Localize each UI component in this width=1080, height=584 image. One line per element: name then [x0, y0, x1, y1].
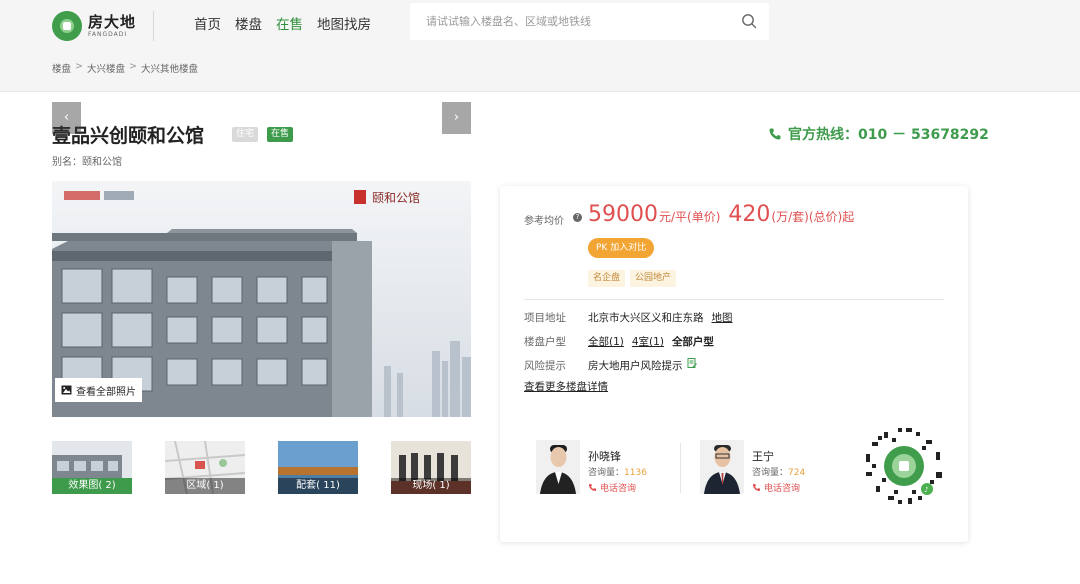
- price-label: 参考均价: [524, 216, 564, 227]
- breadcrumb: 楼盘 > 大兴楼盘 > 大兴其他楼盘: [52, 61, 198, 75]
- layout-4room-link[interactable]: 4室(1): [632, 334, 664, 349]
- layout-full-link[interactable]: 全部户型: [672, 334, 714, 349]
- brand-name-cn: 房大地: [88, 12, 137, 31]
- nav-item-map[interactable]: 地图找房: [317, 13, 371, 33]
- breadcrumb-item[interactable]: 大兴其他楼盘: [141, 61, 198, 75]
- svg-text:♪: ♪: [924, 486, 928, 494]
- agent-name: 孙晓锋: [588, 450, 621, 463]
- breadcrumb-separator: >: [129, 61, 137, 72]
- qr-code-icon[interactable]: ♪: [864, 426, 944, 506]
- project-alias: 别名：颐和公馆: [52, 157, 122, 168]
- thumb-label: 现场( 1): [391, 478, 471, 494]
- logo-divider: [153, 11, 154, 41]
- address-key: 项目地址: [524, 312, 566, 324]
- breadcrumb-separator: >: [75, 61, 83, 72]
- document-icon[interactable]: [687, 358, 697, 368]
- agent-name: 王宁: [752, 450, 774, 463]
- risk-value[interactable]: 房大地用户风险提示: [588, 358, 683, 373]
- layout-row: 楼盘户型 全部(1) 4室(1) 全部户型: [524, 334, 714, 349]
- view-all-photos-button[interactable]: 查看全部照片: [55, 378, 142, 402]
- feature-tag: 名企盘: [588, 270, 626, 287]
- hotline-text[interactable]: 官方热线：010 － 53678292: [788, 124, 989, 144]
- hotline: 官方热线：010 － 53678292: [768, 124, 989, 144]
- avg-price-unit: 元/平(单价): [659, 210, 721, 224]
- address-value: 北京市大兴区义和庄东路: [588, 312, 704, 324]
- banner-text: 颐和公馆: [372, 190, 420, 205]
- more-details-link[interactable]: 查看更多楼盘详情: [524, 379, 608, 394]
- price: 59000 元/平(单价) 420 (万/套)(总价)起: [588, 202, 854, 227]
- phone-icon: [752, 483, 761, 492]
- feature-tag: 公园地产: [630, 270, 677, 287]
- divider: [524, 299, 944, 300]
- breadcrumb-item[interactable]: 楼盘: [52, 61, 71, 75]
- site-logo[interactable]: 房大地 FANGDADI: [52, 11, 142, 41]
- picture-icon: [61, 385, 72, 395]
- view-all-label: 查看全部照片: [76, 386, 136, 398]
- nav-item-on-sale[interactable]: 在售: [276, 13, 303, 33]
- logo-icon: [52, 11, 82, 41]
- layout-key: 楼盘户型: [524, 336, 566, 348]
- thumb-area[interactable]: 区域( 1): [165, 441, 245, 494]
- agent-inquiry-count: 咨询量：724: [752, 468, 806, 478]
- type-tag: 住宅: [232, 127, 259, 142]
- site-header: 房大地 FANGDADI 首页 楼盘 在售 地图找房 楼盘 > 大兴楼盘 > 大…: [0, 0, 1080, 92]
- thumb-site[interactable]: 现场( 1): [391, 441, 471, 494]
- avatar: [536, 440, 580, 494]
- agent-inquiry-count: 咨询量：1136: [588, 468, 647, 478]
- map-link[interactable]: 地图: [712, 310, 733, 325]
- thumb-label: 配套( 11): [278, 478, 358, 494]
- thumb-rendering[interactable]: 效果图( 2): [52, 441, 132, 494]
- search-box: [410, 3, 769, 40]
- gallery-prev-button[interactable]: ‹: [52, 102, 81, 134]
- agent-call-button[interactable]: 电话咨询: [752, 481, 800, 494]
- risk-row: 风险提示 房大地用户风险提示: [524, 358, 697, 373]
- thumb-label: 效果图( 2): [52, 478, 132, 494]
- phone-icon: [588, 483, 597, 492]
- phone-icon: [769, 128, 781, 140]
- address-row: 项目地址 北京市大兴区义和庄东路 地图: [524, 310, 733, 325]
- search-input[interactable]: [426, 3, 726, 40]
- avg-price: 59000: [588, 202, 658, 227]
- search-icon[interactable]: [741, 13, 757, 29]
- help-icon[interactable]: ?: [573, 213, 582, 222]
- total-price-unit: (万/套)(总价)起: [771, 210, 855, 224]
- avatar: [700, 440, 744, 494]
- project-info-card: 参考均价 ? 59000 元/平(单价) 420 (万/套)(总价)起 PK 加…: [500, 186, 968, 542]
- nav-item-projects[interactable]: 楼盘: [235, 13, 262, 33]
- agent-call-button[interactable]: 电话咨询: [588, 481, 636, 494]
- thumb-label: 区域( 1): [165, 478, 245, 494]
- agent-divider: [680, 443, 681, 493]
- brand-name-en: FANGDADI: [88, 30, 128, 38]
- total-price: 420: [728, 202, 771, 227]
- thumb-facilities[interactable]: 配套( 11): [278, 441, 358, 494]
- pk-compare-button[interactable]: PK 加入对比: [588, 238, 655, 258]
- gallery-next-button[interactable]: ›: [442, 102, 471, 134]
- breadcrumb-item[interactable]: 大兴楼盘: [87, 61, 125, 75]
- layout-all-link[interactable]: 全部(1): [588, 334, 624, 349]
- status-tag: 在售: [267, 127, 294, 142]
- risk-key: 风险提示: [524, 360, 566, 372]
- nav-item-home[interactable]: 首页: [194, 13, 221, 33]
- main-nav: 首页 楼盘 在售 地图找房: [194, 13, 371, 33]
